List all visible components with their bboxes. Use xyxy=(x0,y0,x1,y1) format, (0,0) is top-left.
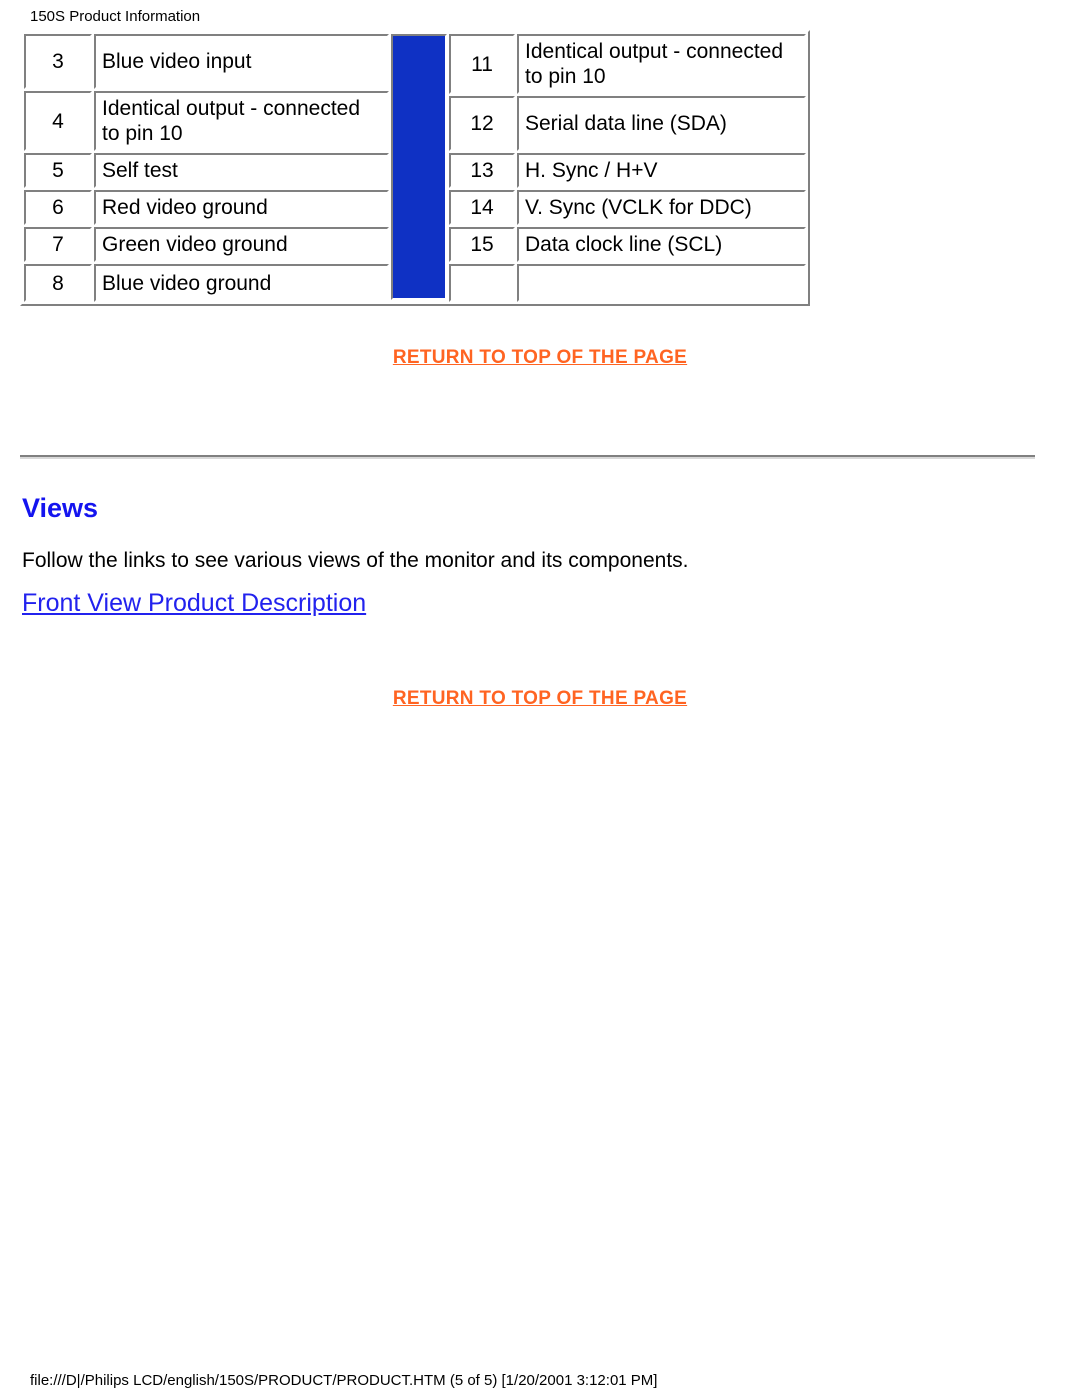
return-to-top-link-1[interactable]: RETURN TO TOP OF THE PAGE xyxy=(393,347,687,368)
pin-table-left-body: 3 Blue video input 4 Identical output - … xyxy=(24,34,389,302)
table-row: 6 Red video ground xyxy=(24,190,389,225)
pin-number-cell: 15 xyxy=(449,227,515,262)
table-row: 13 H. Sync / H+V xyxy=(449,153,806,188)
page-footer-path: file:///D|/Philips LCD/english/150S/PROD… xyxy=(30,1372,658,1389)
table-row: 7 Green video ground xyxy=(24,227,389,262)
table-row: 3 Blue video input xyxy=(24,34,389,89)
pin-number-cell: 5 xyxy=(24,153,92,188)
page-title: Views xyxy=(22,493,99,523)
pin-description-cell: Data clock line (SCL) xyxy=(517,227,806,262)
blue-separator-panel xyxy=(391,34,447,300)
views-description-text: Follow the links to see various views of… xyxy=(22,549,689,572)
table-row: 11 Identical output - connected to pin 1… xyxy=(449,34,806,94)
return-to-top-link-1-container: RETURN TO TOP OF THE PAGE xyxy=(0,347,1080,369)
return-to-top-link-2[interactable]: RETURN TO TOP OF THE PAGE xyxy=(393,688,687,709)
table-row: 15 Data clock line (SCL) xyxy=(449,227,806,262)
pin-description-cell: V. Sync (VCLK for DDC) xyxy=(517,190,806,225)
pin-description-cell: H. Sync / H+V xyxy=(517,153,806,188)
table-row: 14 V. Sync (VCLK for DDC) xyxy=(449,190,806,225)
pin-table-right: 11 Identical output - connected to pin 1… xyxy=(447,32,808,304)
front-view-product-description-link[interactable]: Front View Product Description xyxy=(22,589,366,617)
pin-number-cell: 7 xyxy=(24,227,92,262)
table-row: 12 Serial data line (SDA) xyxy=(449,96,806,151)
return-to-top-link-2-container: RETURN TO TOP OF THE PAGE xyxy=(0,688,1080,710)
pin-description-cell: Serial data line (SDA) xyxy=(517,96,806,151)
pin-number-cell: 6 xyxy=(24,190,92,225)
pin-description-cell xyxy=(517,264,806,302)
pin-description-cell: Self test xyxy=(94,153,389,188)
section-divider xyxy=(20,455,1035,459)
table-row: 8 Blue video ground xyxy=(24,264,389,302)
table-row: 4 Identical output - connected to pin 10 xyxy=(24,91,389,151)
pin-number-cell xyxy=(449,264,515,302)
pin-description-cell: Red video ground xyxy=(94,190,389,225)
table-row xyxy=(449,264,806,302)
pin-number-cell: 14 xyxy=(449,190,515,225)
pin-number-cell: 3 xyxy=(24,34,92,89)
table-row: 5 Self test xyxy=(24,153,389,188)
pin-number-cell: 4 xyxy=(24,91,92,151)
pin-description-cell: Blue video input xyxy=(94,34,389,89)
front-view-link-container: Front View Product Description xyxy=(22,588,366,619)
pin-description-cell: Identical output - connected to pin 10 xyxy=(517,34,806,94)
pin-assignment-table: 3 Blue video input 4 Identical output - … xyxy=(20,30,810,306)
pin-number-cell: 11 xyxy=(449,34,515,94)
pin-table-left: 3 Blue video input 4 Identical output - … xyxy=(22,32,391,304)
pin-number-cell: 12 xyxy=(449,96,515,151)
pin-description-cell: Green video ground xyxy=(94,227,389,262)
pin-number-cell: 13 xyxy=(449,153,515,188)
page-header-title: 150S Product Information xyxy=(30,8,201,25)
pin-table-right-body: 11 Identical output - connected to pin 1… xyxy=(449,34,806,302)
pin-description-cell: Blue video ground xyxy=(94,264,389,302)
pin-description-cell: Identical output - connected to pin 10 xyxy=(94,91,389,151)
pin-number-cell: 8 xyxy=(24,264,92,302)
